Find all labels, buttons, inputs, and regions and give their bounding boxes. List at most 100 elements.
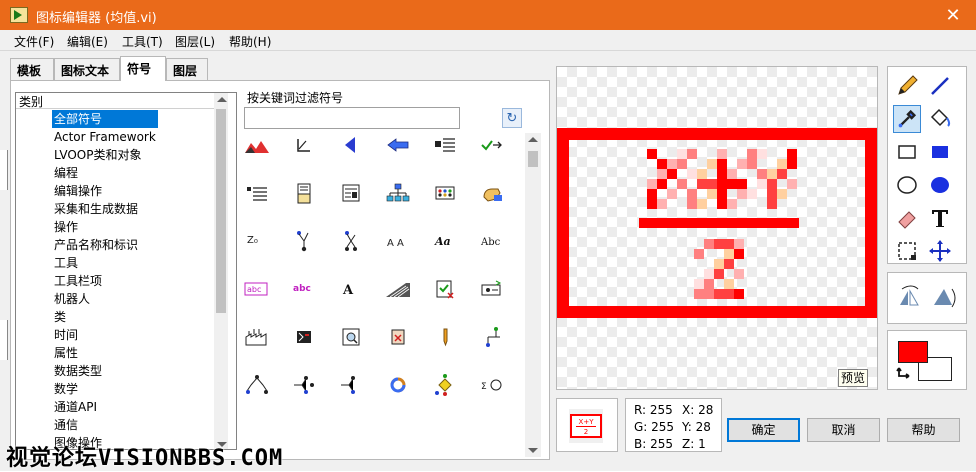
category-item[interactable]: 通道API <box>52 398 158 416</box>
category-item[interactable]: 产品名称和标识 <box>52 236 158 254</box>
category-item[interactable]: 编程 <box>52 164 158 182</box>
category-item[interactable]: 工具栏项 <box>52 272 158 290</box>
category-item[interactable]: 全部符号 <box>52 110 158 128</box>
glyphs-pane: 类别 全部符号 Actor Framework LVOOP类和对象 编程 编辑操作 采集和… <box>10 80 550 460</box>
category-item[interactable]: 类 <box>52 308 158 326</box>
tab-templates[interactable]: 模板 <box>10 58 54 80</box>
abc-pink-icon[interactable]: abc <box>243 277 271 301</box>
category-scroll-thumb[interactable] <box>216 109 226 313</box>
category-item[interactable]: 属性 <box>52 344 158 362</box>
move-icon[interactable] <box>926 237 954 265</box>
category-item[interactable]: 机器人 <box>52 290 158 308</box>
filled-ellipse-icon[interactable] <box>926 171 954 199</box>
blue-arrow-left-icon[interactable] <box>384 133 412 157</box>
menu-tools[interactable]: 工具(T) <box>122 33 163 50</box>
menu-help[interactable]: 帮助(H) <box>229 33 271 50</box>
fill-bucket-icon[interactable] <box>926 105 954 133</box>
category-list[interactable]: 类别 全部符号 Actor Framework LVOOP类和对象 编程 编辑操作 采集和… <box>15 92 237 450</box>
glyph-scroll-thumb[interactable] <box>528 151 538 167</box>
aa-icon[interactable]: Aa <box>431 229 459 253</box>
tree5-icon[interactable] <box>337 373 365 397</box>
cross-doc-icon[interactable] <box>384 325 412 349</box>
foreground-color-swatch[interactable] <box>898 341 928 363</box>
category-item[interactable]: 数据类型 <box>52 362 158 380</box>
category-item[interactable]: 数学 <box>52 380 158 398</box>
title-bar[interactable]: 图标编辑器 (均值.vi) ✕ <box>0 0 976 30</box>
green-arrow-icon[interactable] <box>478 133 506 157</box>
pencil-icon[interactable] <box>893 72 921 100</box>
yellow-diamond-icon[interactable] <box>431 373 459 397</box>
eraser-icon[interactable] <box>893 204 921 232</box>
category-item[interactable]: 时间 <box>52 326 158 344</box>
scroll-up-icon[interactable] <box>528 137 538 142</box>
category-item[interactable]: 操作 <box>52 218 158 236</box>
io-icon[interactable] <box>478 277 506 301</box>
dots-grid-icon[interactable] <box>431 181 459 205</box>
abc-icon[interactable]: Abc <box>478 229 506 253</box>
check-doc-icon[interactable] <box>431 277 459 301</box>
aa-label: Aa <box>434 235 451 248</box>
rectangle-icon[interactable] <box>893 138 921 166</box>
close-button[interactable]: ✕ <box>938 3 968 27</box>
refresh-icon[interactable]: ↻ <box>502 108 522 128</box>
sigma-icon[interactable]: Σ <box>478 373 506 397</box>
tree4-icon[interactable] <box>290 373 318 397</box>
tab-icon-text[interactable]: 图标文本 <box>54 58 120 80</box>
table-icon[interactable] <box>243 181 271 205</box>
scroll-up-icon[interactable] <box>217 97 227 102</box>
selection-icon[interactable] <box>893 237 921 265</box>
text-tool-icon[interactable] <box>926 204 954 232</box>
blue-triangle-left-icon[interactable] <box>337 133 365 157</box>
network-icon[interactable] <box>384 181 412 205</box>
tree-icon[interactable] <box>290 229 318 253</box>
form-icon[interactable] <box>337 181 365 205</box>
menu-edit[interactable]: 编辑(E) <box>67 33 108 50</box>
dropper-icon[interactable] <box>893 105 921 133</box>
menu-layers[interactable]: 图层(L) <box>175 33 215 50</box>
a-a-icon[interactable]: A A <box>384 229 412 253</box>
category-item[interactable]: 通信 <box>52 416 158 434</box>
filter-input[interactable] <box>244 107 460 129</box>
flow-icon[interactable] <box>478 325 506 349</box>
category-scrollbar[interactable] <box>214 93 228 449</box>
factory-icon[interactable] <box>243 325 271 349</box>
tab-glyphs[interactable]: 符号 <box>120 56 166 81</box>
axis-icon[interactable] <box>290 133 318 157</box>
abc-pink2-icon[interactable]: abc <box>290 277 318 301</box>
category-item[interactable]: 编辑操作 <box>52 182 158 200</box>
hand-icon[interactable] <box>478 181 506 205</box>
swap-colors-icon[interactable] <box>896 365 914 383</box>
document-icon[interactable] <box>290 181 318 205</box>
cycle-icon[interactable] <box>384 373 412 397</box>
z0-icon[interactable]: Z₀ <box>243 229 271 253</box>
filled-rectangle-icon[interactable] <box>926 138 954 166</box>
glyph-scrollbar[interactable] <box>525 133 541 457</box>
cancel-button[interactable]: 取消 <box>807 418 880 442</box>
thumbnail-denominator: 2 <box>584 428 588 436</box>
line-icon[interactable] <box>926 72 954 100</box>
help-button[interactable]: 帮助 <box>887 418 960 442</box>
category-item[interactable]: Actor Framework <box>52 128 158 146</box>
serif-a-icon[interactable]: A <box>337 277 365 301</box>
tab-layers[interactable]: 图层 <box>166 58 208 80</box>
icon-canvas[interactable]: X+Y 2 <box>556 66 878 390</box>
magnify-icon[interactable] <box>337 325 365 349</box>
scroll-down-icon[interactable] <box>528 448 538 453</box>
icon-drawing[interactable] <box>557 67 879 391</box>
tree3-icon[interactable] <box>243 373 271 397</box>
flip-horizontal-icon[interactable] <box>894 283 924 313</box>
category-item[interactable]: 工具 <box>52 254 158 272</box>
flip-vertical-icon[interactable] <box>928 283 958 313</box>
ellipse-icon[interactable] <box>893 171 921 199</box>
menu-file[interactable]: 文件(F) <box>14 33 54 50</box>
list-icon[interactable] <box>431 133 459 157</box>
mountain-red-icon[interactable] <box>243 133 271 157</box>
tree2-icon[interactable] <box>337 229 365 253</box>
category-item[interactable]: LVOOP类和对象 <box>52 146 158 164</box>
ok-button[interactable]: 确定 <box>727 418 800 442</box>
pencil-small-icon[interactable] <box>431 325 459 349</box>
preview-label[interactable]: 预览 <box>838 369 868 387</box>
chip-icon[interactable] <box>290 325 318 349</box>
ramp-icon[interactable] <box>384 277 412 301</box>
category-item[interactable]: 采集和生成数据 <box>52 200 158 218</box>
